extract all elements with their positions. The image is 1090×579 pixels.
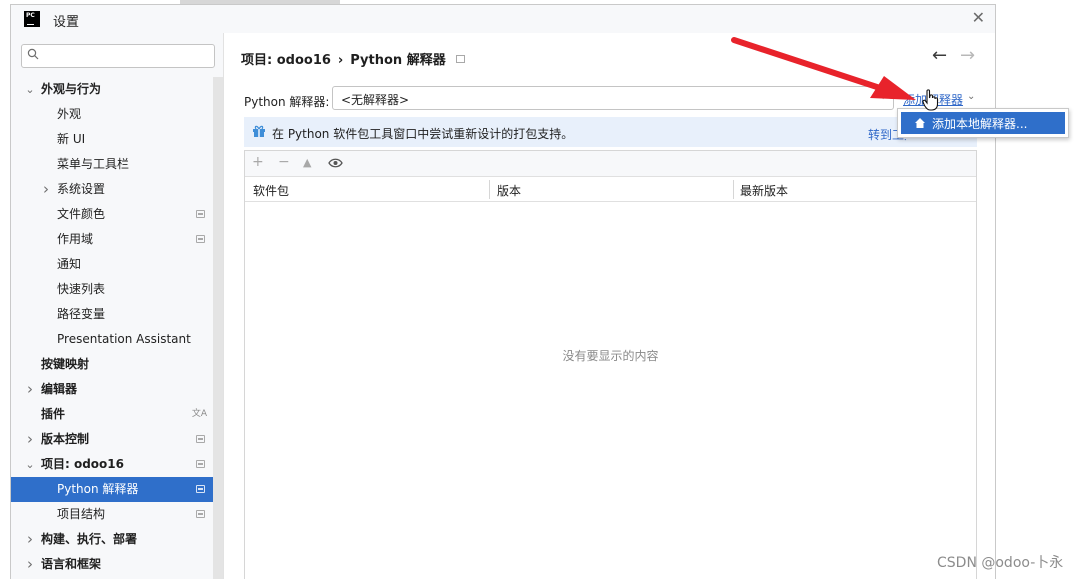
sidebar-item-label: 新 UI — [57, 132, 86, 146]
add-interpreter-popup: 添加本地解释器... — [897, 108, 1069, 138]
sidebar-item[interactable]: ⌄ 项目: odoo16 — [11, 452, 213, 477]
column-package[interactable]: 软件包 — [253, 182, 289, 199]
info-banner: 在 Python 软件包工具窗口中尝试重新设计的打包支持。 转到工具窗口 — [244, 117, 977, 147]
search-input[interactable] — [21, 44, 215, 68]
sidebar-item-label: 菜单与工具栏 — [57, 157, 130, 171]
gift-icon — [253, 125, 265, 137]
chevron-down-icon[interactable]: ⌄ — [24, 452, 36, 477]
sidebar-item[interactable]: 按键映射 — [11, 352, 213, 377]
sidebar-item[interactable]: 作用域 — [11, 227, 213, 252]
project-scope-icon — [196, 510, 205, 518]
sidebar-item[interactable]: 文件颜色 — [11, 202, 213, 227]
plus-icon[interactable]: + — [252, 154, 264, 170]
sidebar-item[interactable]: 外观 — [11, 102, 213, 127]
chevron-right-icon[interactable]: › — [24, 377, 36, 402]
sidebar-item[interactable]: 快速列表 — [11, 277, 213, 302]
sidebar-item[interactable]: › 构建、执行、部署 — [11, 527, 213, 552]
window-title: 设置 — [53, 15, 80, 30]
interpreter-label: Python 解释器: — [244, 95, 330, 109]
project-scope-icon — [196, 460, 205, 468]
translate-icon: 文A — [191, 409, 207, 419]
sidebar-item[interactable]: ⌄ 外观与行为 — [11, 77, 213, 102]
settings-sidebar: ⌄ 外观与行为外观新 UI 菜单与工具栏 › 系统设置文件颜色作用域通知快速列表路径变量… — [11, 33, 223, 579]
sidebar-item-label: 语言和框架 — [41, 557, 102, 571]
sidebar-item-label: 路径变量 — [57, 307, 106, 321]
sidebar-item-label: 版本控制 — [41, 432, 90, 446]
sidebar-item[interactable]: 项目结构 — [11, 502, 213, 527]
sidebar-item-label: 系统设置 — [57, 182, 106, 196]
breadcrumb-separator: › — [337, 53, 344, 68]
chevron-right-icon[interactable]: › — [24, 552, 36, 577]
banner-text: 在 Python 软件包工具窗口中尝试重新设计的打包支持。 — [272, 127, 574, 141]
project-scope-icon — [455, 55, 465, 63]
breadcrumb-project[interactable]: 项目: odoo16 — [241, 53, 331, 68]
sidebar-item-label: 按键映射 — [41, 357, 90, 371]
minus-icon[interactable]: − — [278, 154, 290, 170]
sidebar-item[interactable]: Python 解释器 — [11, 477, 213, 502]
sidebar-item-label: 通知 — [57, 257, 82, 271]
sidebar-item[interactable]: › 系统设置 — [11, 177, 213, 202]
packages-table: + − ▲ 软件包 版本 最新版本 没有要显示的内容 — [244, 150, 977, 579]
chevron-right-icon[interactable]: › — [24, 527, 36, 552]
home-icon — [915, 118, 925, 128]
eye-icon[interactable] — [328, 157, 343, 169]
project-scope-icon — [196, 485, 205, 493]
sidebar-scrollbar[interactable] — [213, 77, 223, 579]
table-header: 软件包 版本 最新版本 — [245, 177, 976, 202]
sidebar-item[interactable]: › 语言和框架 — [11, 552, 213, 577]
sidebar-item-label: 快速列表 — [57, 282, 106, 296]
forward-arrow-icon[interactable]: → — [960, 45, 975, 66]
back-arrow-icon[interactable]: ← — [932, 45, 947, 66]
column-latest-version[interactable]: 最新版本 — [740, 182, 788, 199]
packages-toolbar: + − ▲ — [245, 151, 976, 177]
breadcrumb-page: Python 解释器 — [350, 53, 446, 68]
interpreter-select[interactable]: <无解释器> ▼ — [332, 86, 894, 110]
chevron-right-icon[interactable]: › — [24, 427, 36, 452]
pycharm-logo-icon: PC — [24, 11, 40, 27]
search-icon — [27, 48, 39, 60]
title-bar: PC 设置 ✕ — [11, 5, 995, 33]
add-local-interpreter-label: 添加本地解释器... — [932, 117, 1028, 131]
sidebar-item-label: 项目: odoo16 — [41, 457, 124, 471]
empty-state-text: 没有要显示的内容 — [562, 349, 659, 363]
chevron-down-icon[interactable]: ⌄ — [24, 77, 36, 102]
chevron-down-icon: ▼ — [879, 90, 887, 101]
chevron-down-icon[interactable]: ⌄ — [967, 91, 975, 102]
settings-window: PC 设置 ✕ ⌄ 外观与行为外观新 UI 菜单与工具栏 › 系统设置文件颜色作用域通知… — [10, 4, 996, 579]
sidebar-item-label: 外观与行为 — [41, 82, 102, 96]
column-divider[interactable] — [733, 180, 734, 199]
chevron-right-icon[interactable]: › — [40, 177, 52, 202]
sidebar-item-label: 插件 — [41, 407, 66, 421]
upgrade-icon[interactable]: ▲ — [303, 156, 311, 169]
sidebar-item[interactable]: 路径变量 — [11, 302, 213, 327]
sidebar-item-label: 构建、执行、部署 — [41, 532, 138, 546]
sidebar-item-label: 编辑器 — [41, 382, 78, 396]
main-panel: 项目: odoo16 › Python 解释器 ← → Python 解释器: <无… — [223, 33, 995, 579]
sidebar-item[interactable]: 通知 — [11, 252, 213, 277]
sidebar-item[interactable]: Presentation Assistant — [11, 327, 213, 352]
add-local-interpreter-item[interactable]: 添加本地解释器... — [901, 112, 1065, 134]
sidebar-item-label: 外观 — [57, 107, 82, 121]
sidebar-item[interactable]: › 版本控制 — [11, 427, 213, 452]
project-scope-icon — [196, 210, 205, 218]
sidebar-item-label: 项目结构 — [57, 507, 106, 521]
column-version[interactable]: 版本 — [497, 182, 521, 199]
sidebar-item-label: 作用域 — [57, 232, 94, 246]
sidebar-item-label: Presentation Assistant — [57, 332, 191, 346]
hand-cursor-icon — [922, 89, 939, 111]
sidebar-item[interactable]: 菜单与工具栏 — [11, 152, 213, 177]
watermark: CSDN @odoo-卜永 — [937, 555, 1064, 571]
project-scope-icon — [196, 235, 205, 243]
column-divider[interactable] — [489, 180, 490, 199]
sidebar-item[interactable]: 插件 文A — [11, 402, 213, 427]
interpreter-value: <无解释器> — [341, 93, 410, 107]
sidebar-item-label: Python 解释器 — [57, 482, 139, 496]
breadcrumb: 项目: odoo16 › Python 解释器 — [241, 49, 465, 68]
sidebar-item[interactable]: › 编辑器 — [11, 377, 213, 402]
settings-tree: ⌄ 外观与行为外观新 UI 菜单与工具栏 › 系统设置文件颜色作用域通知快速列表路径变量… — [11, 77, 213, 577]
close-icon[interactable]: ✕ — [972, 8, 985, 27]
project-scope-icon — [196, 435, 205, 443]
sidebar-item[interactable]: 新 UI — [11, 127, 213, 152]
sidebar-item-label: 文件颜色 — [57, 207, 106, 221]
